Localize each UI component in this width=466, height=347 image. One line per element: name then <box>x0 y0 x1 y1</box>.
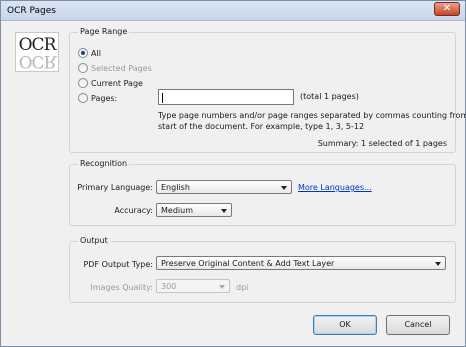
radio-all[interactable]: All <box>78 47 101 59</box>
cancel-button[interactable]: Cancel <box>386 315 450 335</box>
title-bar: OCR Pages ✕ <box>1 1 465 21</box>
images-quality-unit: dpi <box>236 283 249 292</box>
total-pages-text: (total 1 pages) <box>300 92 359 101</box>
page-summary: Summary: 1 selected of 1 pages <box>317 139 447 148</box>
ocr-logo: OCR OCR <box>15 32 59 72</box>
close-button[interactable]: ✕ <box>434 2 460 16</box>
ok-button[interactable]: OK <box>313 315 377 335</box>
logo-reflection: OCR <box>18 51 56 71</box>
accuracy-value: Medium <box>161 206 193 215</box>
primary-language-select[interactable]: English <box>156 180 292 194</box>
output-group: Output PDF Output Type: Preserve Origina… <box>69 236 456 303</box>
radio-pages-label: Pages: <box>91 93 118 103</box>
accuracy-select[interactable]: Medium <box>156 203 232 217</box>
pages-hint-line1: Type page numbers and/or page ranges sep… <box>158 111 466 120</box>
output-legend: Output <box>78 236 110 245</box>
images-quality-label: Images Quality: <box>90 283 153 292</box>
radio-pages[interactable]: Pages: <box>78 92 117 104</box>
radio-selected-pages-label: Selected Pages <box>91 63 152 73</box>
more-languages-link[interactable]: More Languages... <box>298 183 372 192</box>
recognition-legend: Recognition <box>78 159 130 168</box>
primary-language-label: Primary Language: <box>77 183 153 192</box>
radio-current-page-label: Current Page <box>91 78 143 88</box>
page-range-group: Page Range All Selected Pages Current Pa… <box>69 27 466 153</box>
chevron-down-icon <box>219 285 225 289</box>
pdf-output-type-value: Preserve Original Content & Add Text Lay… <box>161 259 335 268</box>
chevron-down-icon <box>221 209 227 213</box>
radio-all-label: All <box>91 48 101 58</box>
recognition-group: Recognition Primary Language: English Mo… <box>69 159 456 226</box>
chevron-down-icon <box>435 262 441 266</box>
primary-language-value: English <box>161 183 190 192</box>
images-quality-select: 300 <box>156 279 230 293</box>
radio-pages-button[interactable] <box>78 93 88 103</box>
page-range-legend: Page Range <box>78 27 130 36</box>
pdf-output-type-select[interactable]: Preserve Original Content & Add Text Lay… <box>156 256 446 270</box>
text-caret <box>162 93 163 103</box>
pdf-output-type-label: PDF Output Type: <box>83 260 153 269</box>
radio-current-page[interactable]: Current Page <box>78 77 143 89</box>
radio-selected-pages: Selected Pages <box>78 62 152 74</box>
radio-current-page-button[interactable] <box>78 78 88 88</box>
radio-all-button[interactable] <box>78 48 88 58</box>
window-title: OCR Pages <box>7 6 56 16</box>
pages-input[interactable] <box>158 89 294 105</box>
pages-hint-line2: start of the document. For example, type… <box>158 122 365 131</box>
accuracy-label: Accuracy: <box>114 206 153 215</box>
ocr-pages-dialog: OCR Pages ✕ OCR OCR Page Range All Selec… <box>0 0 466 347</box>
images-quality-value: 300 <box>161 282 177 291</box>
radio-selected-pages-button <box>78 63 88 73</box>
chevron-down-icon <box>281 186 287 190</box>
